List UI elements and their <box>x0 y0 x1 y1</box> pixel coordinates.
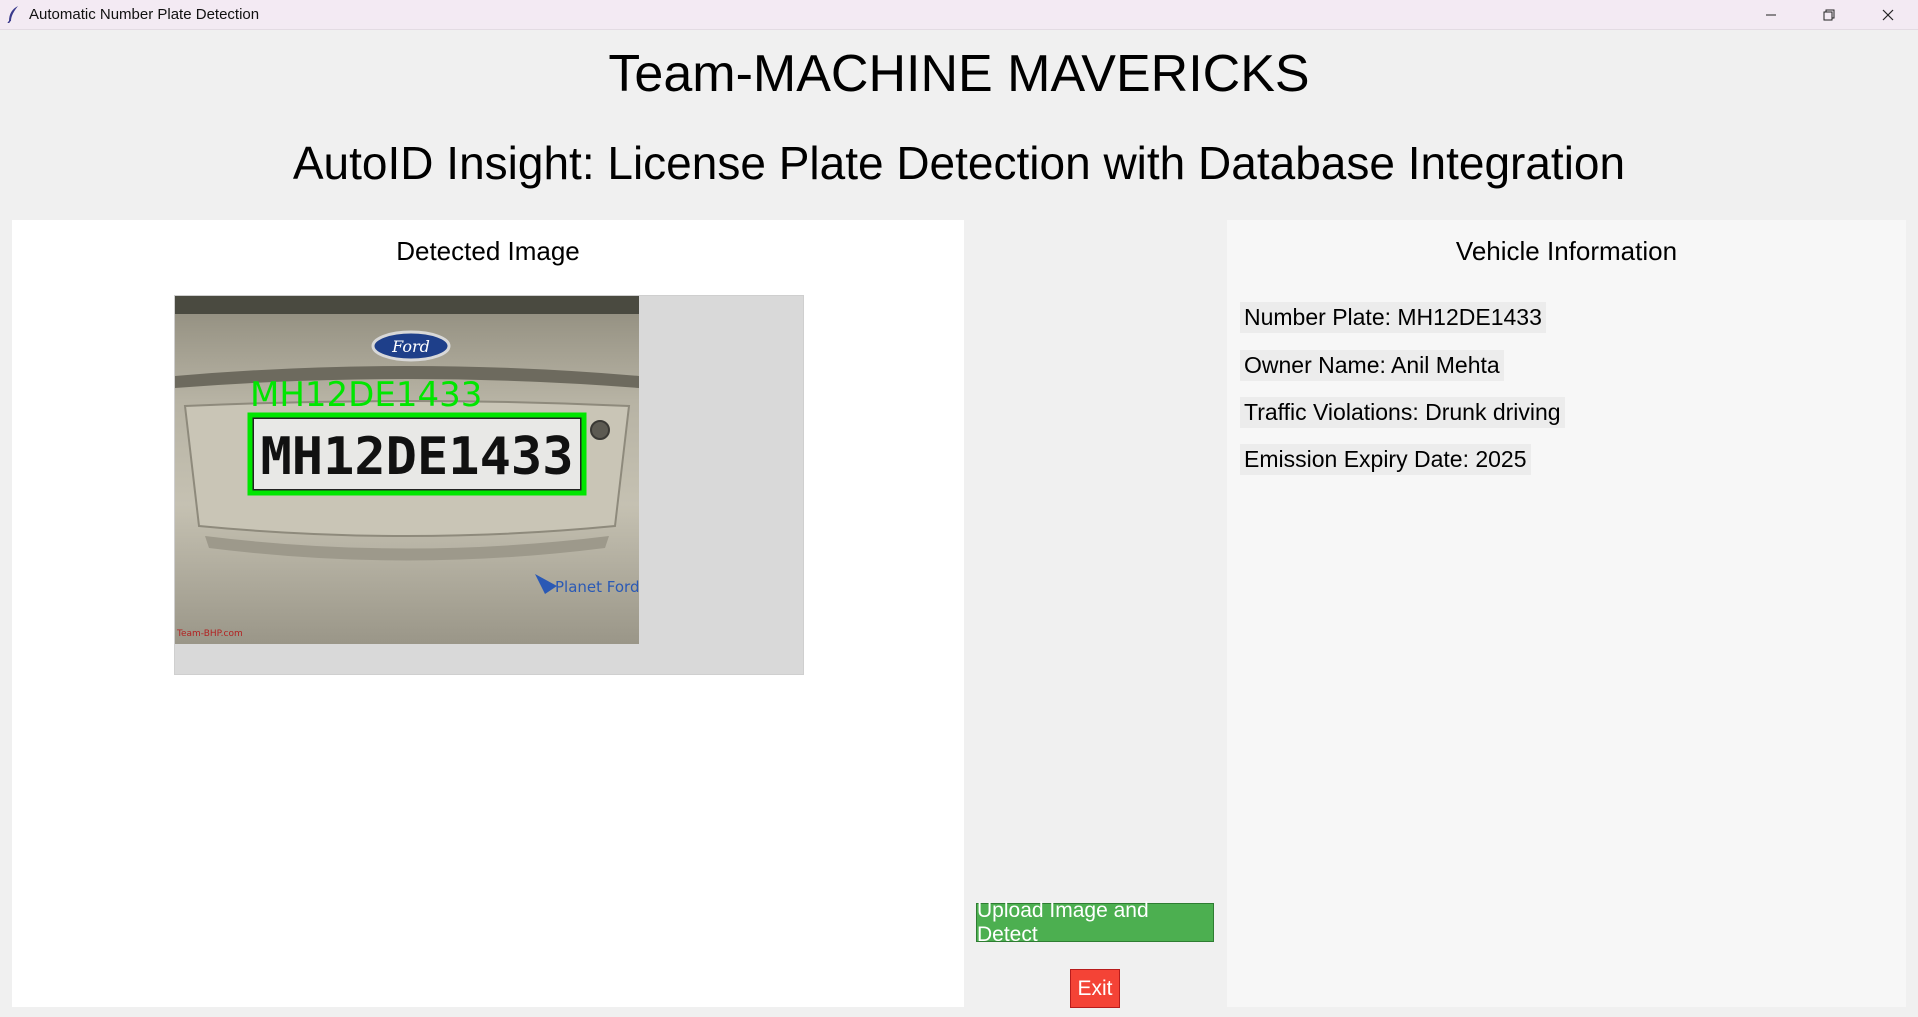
detected-image-panel: Detected Image Ford MH12DE1433 MH12DE143… <box>12 220 964 1007</box>
detection-label: MH12DE1433 <box>250 375 482 415</box>
owner-name-field: Owner Name: Anil Mehta <box>1240 350 1504 381</box>
minimize-button[interactable] <box>1743 0 1799 29</box>
close-button[interactable] <box>1860 0 1916 29</box>
window-title: Automatic Number Plate Detection <box>29 6 260 23</box>
feather-icon <box>7 6 18 23</box>
traffic-violations-field: Traffic Violations: Drunk driving <box>1240 397 1565 428</box>
emission-expiry-field: Emission Expiry Date: 2025 <box>1240 444 1531 475</box>
dealer-badge: Planet Ford <box>555 578 639 596</box>
detected-car-image: Ford MH12DE1433 MH12DE1433 Planet Ford T… <box>175 296 639 644</box>
upload-detect-button[interactable]: Upload Image and Detect <box>976 899 1214 946</box>
exit-button[interactable]: Exit <box>1070 969 1120 1008</box>
image-watermark: Team-BHP.com <box>176 629 243 639</box>
window-titlebar: Automatic Number Plate Detection <box>0 0 1918 30</box>
vehicle-info-title: Vehicle Information <box>1455 236 1678 266</box>
close-icon <box>1882 9 1894 20</box>
app-subtitle: AutoID Insight: License Plate Detection … <box>292 137 1626 189</box>
restore-icon <box>1823 9 1835 20</box>
image-frame: Ford MH12DE1433 MH12DE1433 Planet Ford T… <box>174 295 804 675</box>
minimize-icon <box>1766 14 1776 15</box>
restore-button[interactable] <box>1801 0 1857 29</box>
plate-text: MH12DE1433 <box>260 427 573 487</box>
number-plate-field: Number Plate: MH12DE1433 <box>1240 302 1546 333</box>
detected-image-title: Detected Image <box>396 236 580 266</box>
team-heading: Team-MACHINE MAVERICKS <box>608 45 1310 103</box>
ford-badge: Ford <box>391 337 430 356</box>
vehicle-info-panel: Vehicle Information Number Plate: MH12DE… <box>1227 220 1906 1007</box>
